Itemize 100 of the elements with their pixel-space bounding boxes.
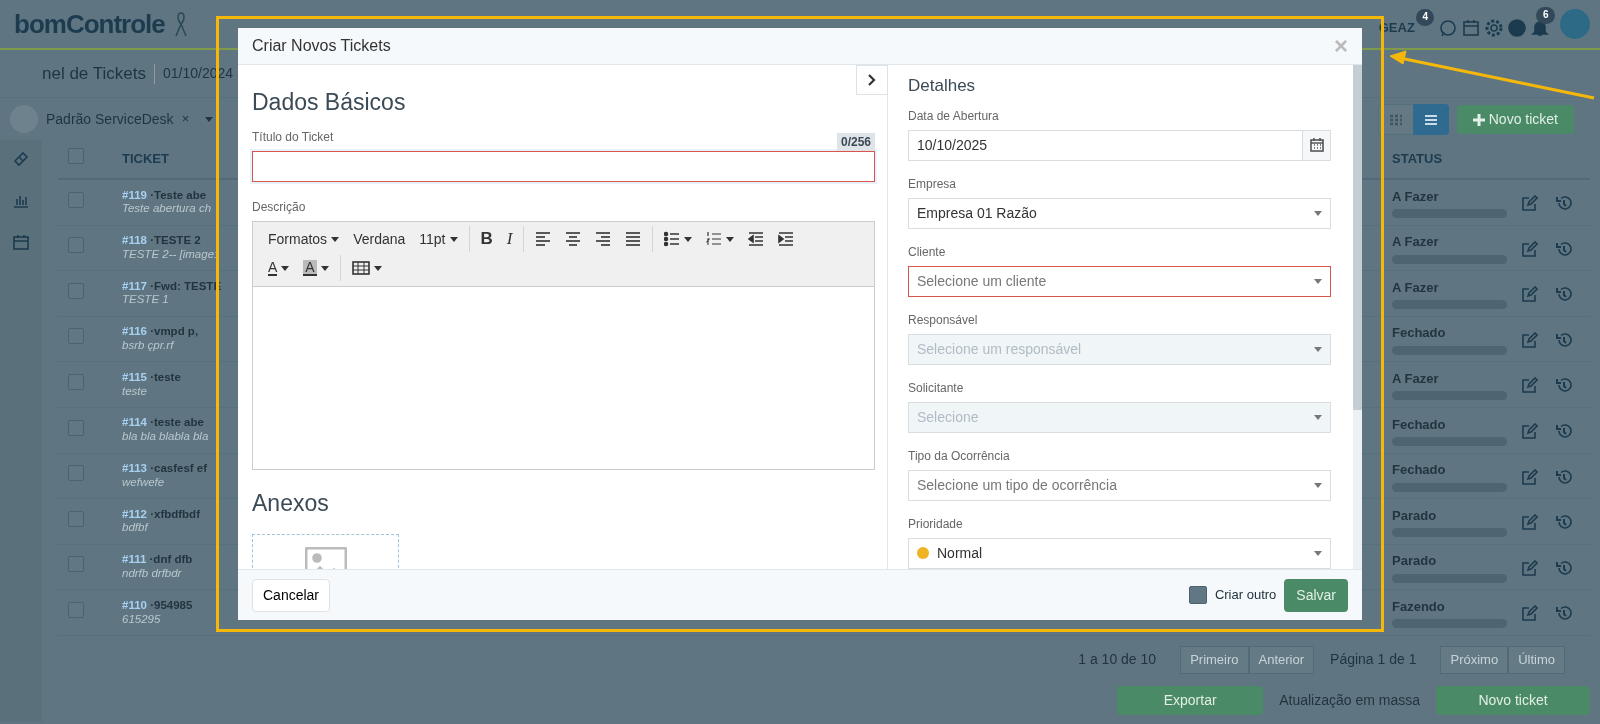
ticket-description: teste: [122, 384, 147, 397]
pagination-button[interactable]: Próximo: [1440, 646, 1509, 674]
status-label: A Fazer: [1392, 279, 1439, 295]
ticket-number-link[interactable]: #117: [122, 279, 147, 292]
align-justify-icon: [625, 231, 642, 247]
edit-icon[interactable]: [1522, 195, 1538, 212]
history-icon[interactable]: [1556, 240, 1572, 257]
remove-filter-button[interactable]: ×: [181, 109, 190, 129]
new-ticket-button[interactable]: Novo ticket: [1436, 686, 1590, 716]
ticket-description: Teste abertura ch: [122, 202, 212, 215]
pagination-button[interactable]: Último: [1508, 646, 1565, 674]
caret-icon: [281, 265, 290, 271]
ticket-title: ·casfesf ef: [150, 462, 208, 475]
edit-icon[interactable]: [1522, 240, 1538, 257]
column-header: TICKET: [122, 151, 169, 167]
logo[interactable]: bomControle: [14, 4, 165, 44]
input-field[interactable]: [252, 150, 875, 182]
history-icon[interactable]: [1556, 559, 1572, 576]
section-heading: Dados Básicos: [252, 88, 407, 117]
history-icon[interactable]: [1556, 423, 1572, 440]
indent-icon: [778, 231, 795, 247]
background-color-button[interactable]: A: [298, 258, 334, 278]
expand-panel-button[interactable]: [856, 65, 888, 95]
edit-icon[interactable]: [1522, 377, 1538, 394]
table-icon: [351, 260, 370, 276]
history-icon[interactable]: [1556, 605, 1572, 622]
outdent-icon: [748, 231, 765, 247]
ticket-number-link[interactable]: #110: [122, 598, 147, 611]
history-icon[interactable]: [1556, 468, 1572, 485]
font-dropdown[interactable]: 11pt: [414, 226, 463, 252]
cancel-button[interactable]: Cancelar: [252, 578, 331, 612]
field-label: Empresa: [908, 175, 958, 193]
edit-icon[interactable]: [1522, 286, 1538, 303]
chat-icon[interactable]: [1439, 19, 1458, 37]
edit-icon[interactable]: [1522, 331, 1538, 348]
ticket-number-link[interactable]: #118: [122, 234, 147, 247]
field-label: Solicitante: [908, 379, 965, 397]
ticket-number-link[interactable]: #112: [122, 507, 147, 520]
font-family-dropdown[interactable]: Verdana: [348, 226, 411, 252]
bulk-update-link[interactable]: Atualização em massa: [1279, 690, 1420, 712]
pagination-button[interactable]: Anterior: [1248, 646, 1315, 674]
export-button[interactable]: Exportar: [1117, 686, 1264, 716]
close-button[interactable]: ×: [1334, 28, 1348, 64]
ticket-number-link[interactable]: #114: [122, 416, 147, 429]
ticket-title: ·xfbdfbdf: [150, 507, 200, 520]
ticket-number-link[interactable]: #119: [122, 188, 147, 201]
status-label: Parado: [1392, 553, 1437, 569]
status-label: Fechado: [1392, 325, 1446, 341]
status-label: A Fazer: [1392, 188, 1439, 204]
ticket-description: bsrb çpr.rf: [122, 339, 174, 352]
field-label: Descrição: [252, 198, 307, 216]
history-icon[interactable]: [1556, 514, 1572, 531]
calendar-icon[interactable]: [1462, 19, 1481, 37]
status-label: Fechado: [1392, 416, 1446, 432]
scrollbar-thumb[interactable]: [1353, 65, 1362, 410]
pagination-button[interactable]: Primeiro: [1180, 646, 1249, 674]
ticket-number-link[interactable]: #115: [122, 370, 147, 383]
history-icon[interactable]: [1556, 377, 1572, 394]
ticket-title: ·dnf dfb: [149, 553, 193, 566]
ticket-number-link[interactable]: #111: [122, 553, 147, 566]
select-field[interactable]: Selecione um cliente: [908, 265, 1331, 297]
caret-icon: [331, 236, 340, 242]
italic-button[interactable]: I: [501, 224, 518, 254]
chevron-right-icon: [868, 74, 876, 86]
ribbon-icon: [172, 11, 189, 37]
field-label: Prioridade: [908, 515, 964, 533]
gear-icon[interactable]: [1485, 19, 1504, 37]
bell-icon[interactable]: [1531, 19, 1550, 37]
select-field[interactable]: Empresa 01 Razão: [908, 197, 1331, 229]
ticket-number-link[interactable]: #116: [122, 325, 147, 338]
ticket-description: bdfbf: [122, 521, 148, 534]
new-ticket-button[interactable]: Novo ticket: [1456, 104, 1574, 134]
edit-icon[interactable]: [1522, 605, 1538, 622]
caret-icon: [449, 236, 458, 242]
ticket-icon[interactable]: [13, 150, 29, 167]
status-label: A Fazer: [1392, 370, 1439, 386]
calendar-icon[interactable]: [13, 233, 29, 250]
caret-icon: [373, 265, 382, 271]
create-another-checkbox[interactable]: [1188, 586, 1207, 604]
font-dropdown[interactable]: Formatos: [263, 226, 345, 252]
bold-button[interactable]: B: [475, 224, 498, 254]
text-color-button[interactable]: A: [263, 258, 295, 278]
save-button[interactable]: Salvar: [1284, 578, 1348, 612]
edit-icon[interactable]: [1522, 559, 1538, 576]
list-view-button[interactable]: [1412, 103, 1449, 135]
history-icon[interactable]: [1556, 331, 1572, 348]
date-field[interactable]: 10/10/2025: [908, 129, 1331, 161]
status-label: Fazendo: [1392, 598, 1445, 614]
ticket-number-link[interactable]: #113: [122, 462, 147, 475]
field-label: Data de Abertura: [908, 107, 1000, 125]
edit-icon[interactable]: [1522, 468, 1538, 485]
filter-name[interactable]: Padrão ServiceDesk: [46, 108, 174, 130]
select-field[interactable]: Selecione um tipo de ocorrência: [908, 469, 1331, 501]
history-icon[interactable]: [1556, 286, 1572, 303]
select-field[interactable]: Normal: [908, 537, 1331, 569]
status-label: A Fazer: [1392, 234, 1439, 250]
history-icon[interactable]: [1556, 195, 1572, 212]
caret-icon: [726, 236, 735, 242]
edit-icon[interactable]: [1522, 514, 1538, 531]
edit-icon[interactable]: [1522, 423, 1538, 440]
